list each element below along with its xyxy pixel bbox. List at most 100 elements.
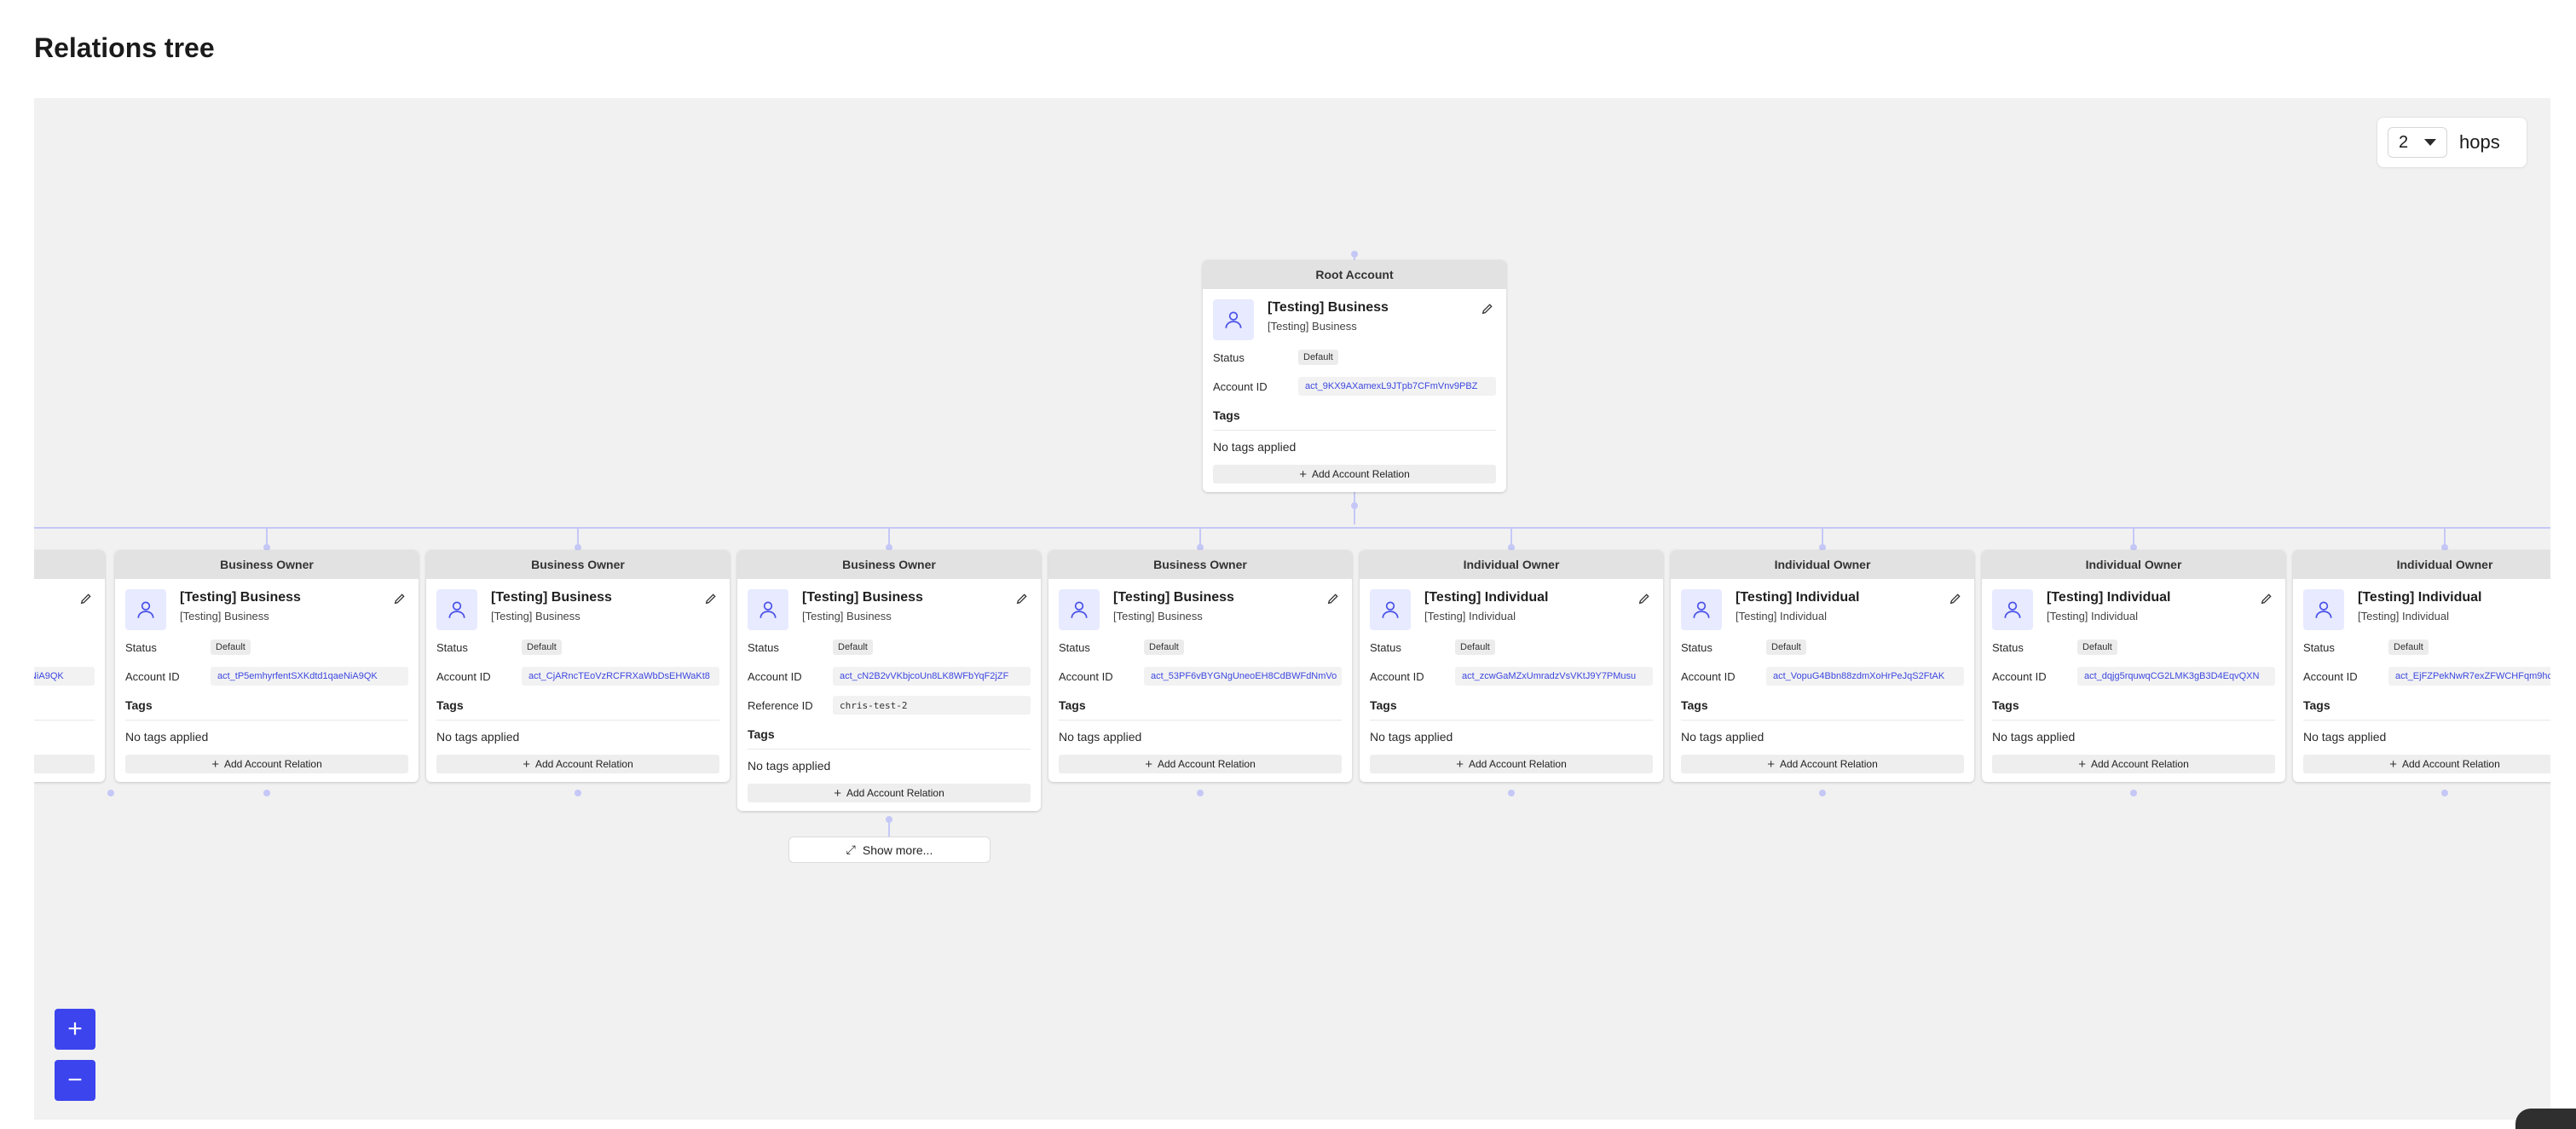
account-id-label: Account ID bbox=[1370, 669, 1424, 683]
no-tags-text: No tags applied bbox=[2303, 730, 2387, 744]
no-tags-text: No tags applied bbox=[1681, 730, 1765, 744]
account-name: [Testing] Individual bbox=[1736, 590, 1860, 605]
edit-button[interactable] bbox=[2258, 590, 2275, 607]
relation-card: Individual Owner [Testing] Individual [Tes… bbox=[2293, 550, 2550, 782]
tags-heading: Tags bbox=[748, 727, 1031, 750]
account-id-link[interactable]: act_EjFZPekNwR7exZFWCHFqm9hcc bbox=[2388, 667, 2550, 686]
status-label: Status bbox=[748, 640, 779, 654]
tags-heading: Tags bbox=[1213, 408, 1496, 431]
add-relation-label: Add Account Relation bbox=[2402, 758, 2500, 770]
hops-select[interactable]: 2 bbox=[2388, 127, 2447, 158]
add-account-relation-button[interactable]: + Add Account Relation bbox=[125, 755, 408, 773]
pencil-icon bbox=[1481, 304, 1493, 315]
add-account-relation-button[interactable]: +Add Account Relation bbox=[1992, 755, 2275, 773]
add-account-relation-button[interactable]: +Add Account Relation bbox=[748, 784, 1031, 802]
add-relation-label: Add Account Relation bbox=[846, 787, 944, 799]
relation-card: Business Owner [Testing] Business [Testing… bbox=[1048, 550, 1352, 782]
tags-heading: Tags bbox=[1992, 698, 2275, 721]
relation-card: Individual Owner [Testing] Individual [Tes… bbox=[1982, 550, 2285, 782]
account-id-link[interactable]: act_CjARncTEoVzRCFRXaWbDsEHWaKt8 bbox=[522, 667, 719, 686]
account-id-label: Account ID bbox=[1213, 379, 1268, 393]
status-badge: Default bbox=[522, 640, 562, 655]
hops-label: hops bbox=[2459, 131, 2500, 153]
account-id-link[interactable]: act_dqjg5rquwqCG2LMK3gB3D4EqvQXN bbox=[2077, 667, 2275, 686]
account-id-link[interactable]: act_cN2B2vVKbjcoUn8LK8WFbYqF2jZF bbox=[833, 667, 1031, 686]
add-account-relation-button[interactable]: +Add Account Relation bbox=[1681, 755, 1964, 773]
status-badge: Default bbox=[1766, 640, 1806, 655]
avatar bbox=[125, 589, 166, 630]
account-name: [Testing] Individual bbox=[1424, 590, 1549, 605]
add-relation-label: Add Account Relation bbox=[1158, 758, 1256, 770]
no-tags-text: No tags applied bbox=[1370, 730, 1453, 744]
pencil-icon bbox=[1638, 593, 1649, 605]
show-more-label: Show more... bbox=[862, 842, 933, 857]
no-tags-text: No tags applied bbox=[125, 730, 209, 744]
user-icon bbox=[2004, 601, 2021, 618]
relations-canvas[interactable]: 2 hops Root Account [Testing] Business [… bbox=[34, 98, 2550, 1120]
plus-icon: + bbox=[2389, 756, 2397, 772]
no-tags-text: No tags applied bbox=[1992, 730, 2076, 744]
edit-button[interactable] bbox=[1947, 590, 1964, 607]
status-badge: Default bbox=[2077, 640, 2117, 655]
plus-icon: + bbox=[67, 1015, 83, 1043]
account-id-link[interactable]: act_tP5emhyrfentSXKdtd1qaeNiA9QK bbox=[34, 667, 95, 686]
edit-button[interactable] bbox=[1636, 590, 1653, 607]
account-subname: [Testing] Business bbox=[1268, 320, 1357, 333]
add-account-relation-button[interactable]: +Add Account Relation bbox=[1213, 465, 1496, 483]
pencil-icon bbox=[1016, 593, 1027, 605]
avatar bbox=[1370, 589, 1411, 630]
account-subname: [Testing] Business bbox=[491, 610, 580, 622]
minus-icon: − bbox=[67, 1066, 83, 1094]
account-id-link[interactable]: act_zcwGaMZxUmradzVsVKtJ9Y7PMusu bbox=[1455, 667, 1653, 686]
tags-heading: Tags bbox=[34, 698, 95, 721]
status-badge: Default bbox=[1144, 640, 1184, 655]
add-relation-label: Add Account Relation bbox=[535, 758, 633, 770]
add-account-relation-button[interactable]: +Add Account Relation bbox=[436, 755, 719, 773]
avatar bbox=[2303, 589, 2344, 630]
status-badge: Default bbox=[833, 640, 873, 655]
add-account-relation-button[interactable]: + Add Account Relation bbox=[2303, 755, 2550, 773]
account-name: [Testing] Individual bbox=[2047, 590, 2171, 605]
edit-button[interactable] bbox=[78, 590, 95, 607]
add-account-relation-button[interactable]: +Add Account Relation bbox=[34, 755, 95, 773]
status-label: Status bbox=[436, 640, 468, 654]
account-id-link[interactable]: act_VopuG4Bbn88zdmXoHrPeJqS2FtAK bbox=[1766, 667, 1964, 686]
user-icon bbox=[760, 601, 777, 618]
relation-card: Individual Owner [Testing] Individual [Tes… bbox=[1360, 550, 1663, 782]
edit-button[interactable] bbox=[1325, 590, 1342, 607]
hops-value: 2 bbox=[2399, 132, 2409, 152]
edit-button[interactable] bbox=[1014, 590, 1031, 607]
add-account-relation-button[interactable]: + Add Account Relation bbox=[1059, 755, 1342, 773]
add-relation-label: Add Account Relation bbox=[1469, 758, 1567, 770]
relation-card: Business Owner [Testing] Business [Testing… bbox=[34, 550, 105, 782]
account-subname: [Testing] Individual bbox=[2047, 610, 2138, 622]
plus-icon: + bbox=[1145, 756, 1152, 772]
zoom-out-button[interactable]: − bbox=[55, 1060, 95, 1101]
card-header: Root Account bbox=[1203, 260, 1506, 289]
show-more-button[interactable]: ⤢ Show more... bbox=[788, 837, 991, 863]
zoom-in-button[interactable]: + bbox=[55, 1009, 95, 1050]
edit-button[interactable] bbox=[391, 590, 408, 607]
account-name: [Testing] Business bbox=[491, 590, 612, 605]
plus-icon: + bbox=[211, 756, 219, 772]
pencil-icon bbox=[394, 593, 405, 605]
account-name: [Testing] Individual bbox=[2358, 590, 2482, 605]
tags-heading: Tags bbox=[125, 698, 408, 721]
relation-card: Business Owner [Testing] Business [Testing… bbox=[737, 550, 1041, 811]
edit-button[interactable] bbox=[702, 590, 719, 607]
corner-widget[interactable] bbox=[2515, 1109, 2576, 1129]
account-id-link[interactable]: act_9KX9AXamexL9JTpb7CFmVnv9PBZ bbox=[1298, 377, 1496, 396]
add-relation-label: Add Account Relation bbox=[224, 758, 322, 770]
hops-control: 2 hops bbox=[2377, 117, 2527, 168]
status-label: Status bbox=[125, 640, 157, 654]
account-id-link[interactable]: act_53PF6vBYGNgUneoEH8CdBWFdNmVo bbox=[1144, 667, 1342, 686]
tags-heading: Tags bbox=[1681, 698, 1964, 721]
add-account-relation-button[interactable]: +Add Account Relation bbox=[1370, 755, 1653, 773]
account-subname: [Testing] Business bbox=[802, 610, 892, 622]
account-subname: [Testing] Business bbox=[180, 610, 269, 622]
edit-button[interactable] bbox=[1479, 300, 1496, 317]
avatar bbox=[1681, 589, 1722, 630]
account-id-link[interactable]: act_tP5emhyrfentSXKdtd1qaeNiA9QK bbox=[211, 667, 408, 686]
page-title: Relations tree bbox=[34, 32, 215, 63]
avatar bbox=[1059, 589, 1100, 630]
